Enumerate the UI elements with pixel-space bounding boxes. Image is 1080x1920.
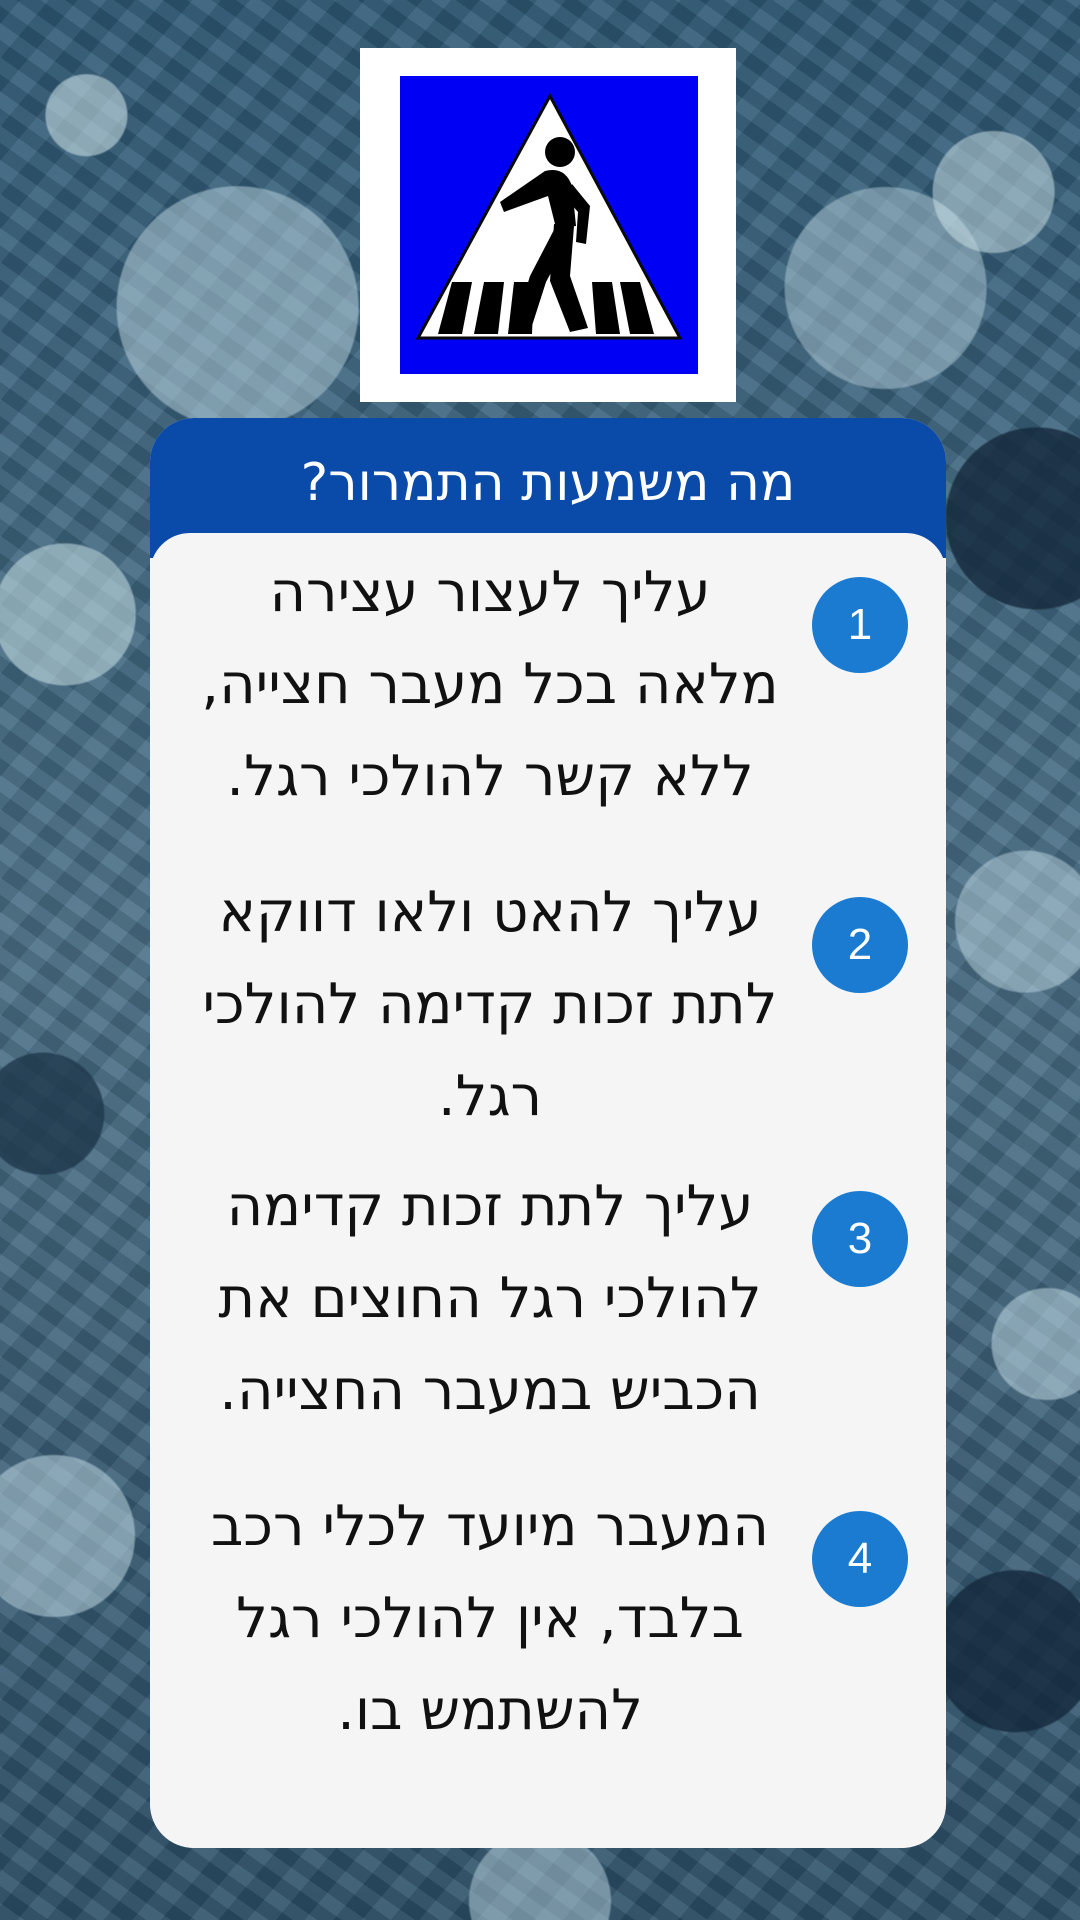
answer-text: עליך להאט ולאו דווקא לתת זכות קדימה להול… (202, 880, 778, 1129)
sign-image (360, 48, 736, 402)
answer-number-badge: 4 (812, 1511, 908, 1607)
pedestrian-crossing-sign-icon (400, 76, 698, 374)
answer-option-4[interactable]: 4 המעבר מיועד לכלי רכב בלבד, אין להולכי … (150, 1481, 946, 1781)
answer-text: עליך לתת זכות קדימה להולכי רגל החוצים את… (218, 1174, 762, 1423)
answer-option-1[interactable]: 1 עליך לעצור עצירה מלאה בכל מעבר חצייה, … (150, 547, 946, 847)
answer-number-badge: 1 (812, 577, 908, 673)
quiz-card: מה משמעות התמרור? 1 עליך לעצור עצירה מלא… (150, 418, 946, 1848)
answer-number-badge: 3 (812, 1191, 908, 1287)
answer-text: עליך לעצור עצירה מלאה בכל מעבר חצייה, לל… (201, 560, 779, 809)
answers-panel: 1 עליך לעצור עצירה מלאה בכל מעבר חצייה, … (150, 533, 946, 1848)
answer-option-3[interactable]: 3 עליך לתת זכות קדימה להולכי רגל החוצים … (150, 1161, 946, 1461)
answer-option-2[interactable]: 2 עליך להאט ולאו דווקא לתת זכות קדימה לה… (150, 867, 946, 1167)
question-text: מה משמעות התמרור? (300, 453, 796, 513)
answer-number-badge: 2 (812, 897, 908, 993)
answer-text: המעבר מיועד לכלי רכב בלבד, אין להולכי רג… (211, 1494, 769, 1743)
